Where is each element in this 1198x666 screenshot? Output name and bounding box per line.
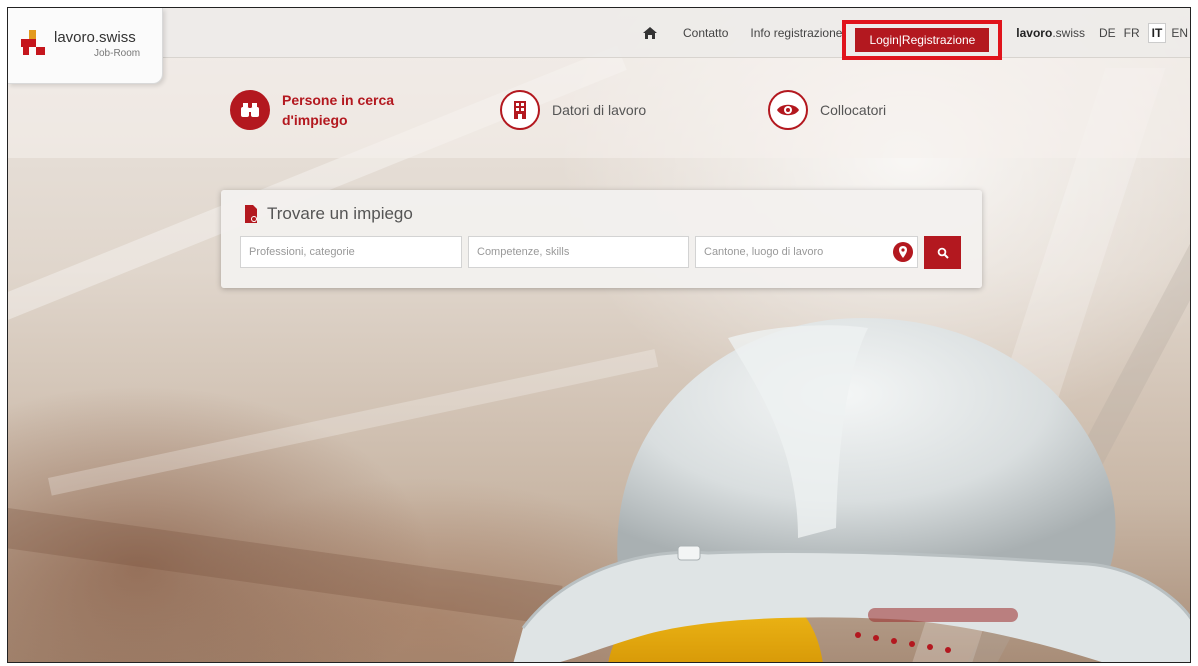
map-pin-icon[interactable]	[893, 242, 913, 262]
lang-en[interactable]: EN	[1171, 26, 1188, 40]
home-icon[interactable]	[641, 24, 659, 42]
main-nav: Contatto Info registrazione Login|Regist…	[641, 8, 1190, 60]
nav-brand-link[interactable]: lavoro.swiss	[1016, 26, 1085, 40]
logo-subtitle: Job-Room	[94, 48, 141, 59]
nav-contact-link[interactable]: Contatto	[683, 26, 728, 40]
logo[interactable]: lavoro.swiss Job-Room	[8, 8, 163, 84]
building-icon	[500, 90, 540, 130]
eye-icon	[768, 90, 808, 130]
search-icon	[937, 247, 949, 259]
login-highlight-box: Login|Registrazione	[842, 20, 1003, 60]
lang-de[interactable]: DE	[1099, 26, 1116, 40]
search-button[interactable]	[924, 236, 961, 269]
nav-info-registration-link[interactable]: Info registrazione	[750, 26, 842, 40]
category-label: Collocatori	[820, 102, 887, 118]
browser-viewport: lavoro.swiss Job-Room Contatto Info regi…	[7, 7, 1191, 663]
binoculars-icon	[230, 90, 270, 130]
lang-it[interactable]: IT	[1147, 23, 1167, 43]
category-label: Persone in cerca d'impiego	[282, 92, 395, 128]
logo-text: lavoro.swiss	[54, 29, 136, 46]
category-employers[interactable]: Datori di lavoro	[500, 90, 646, 130]
lavoro-swiss-logo-icon	[21, 30, 45, 55]
lang-fr[interactable]: FR	[1124, 26, 1140, 40]
location-search-input[interactable]	[695, 236, 918, 268]
category-label: Datori di lavoro	[552, 102, 647, 118]
job-document-icon	[245, 205, 257, 223]
occupation-search-input[interactable]	[240, 236, 462, 268]
skills-search-input[interactable]	[468, 236, 689, 268]
login-registration-button[interactable]: Login|Registrazione	[855, 28, 990, 52]
audience-categories: Persone in cerca d'impiego Datori di lav…	[8, 58, 1190, 158]
category-placement-agencies[interactable]: Collocatori	[768, 90, 886, 130]
search-title: Trovare un impiego	[243, 204, 413, 224]
category-job-seekers[interactable]: Persone in cerca d'impiego	[230, 90, 394, 130]
job-search-panel: Trovare un impiego	[221, 190, 982, 288]
